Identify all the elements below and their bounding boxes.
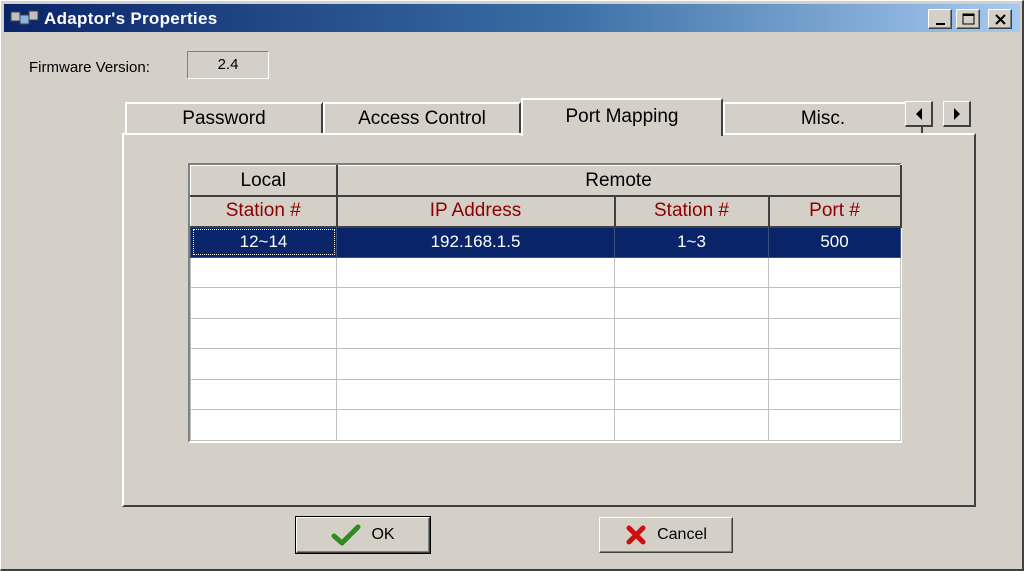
group-header-remote: Remote: [336, 165, 902, 197]
cell-local-station[interactable]: [190, 348, 337, 380]
cell-remote-station[interactable]: [614, 409, 769, 441]
cell-port[interactable]: 500: [768, 226, 901, 258]
minimize-button[interactable]: [928, 9, 952, 29]
ok-button[interactable]: OK: [295, 516, 431, 554]
arrow-left-icon: [916, 108, 922, 120]
column-header-port[interactable]: Port #: [768, 195, 902, 228]
close-button[interactable]: [988, 9, 1012, 29]
cancel-button[interactable]: Cancel: [599, 517, 733, 553]
tab-port-mapping[interactable]: Port Mapping: [521, 98, 723, 136]
cell-ip-address[interactable]: [336, 378, 615, 410]
cell-remote-station[interactable]: [614, 348, 769, 380]
firmware-version-label: Firmware Version:: [29, 59, 150, 76]
checkmark-icon: [331, 524, 361, 546]
close-icon: [995, 14, 1006, 25]
maximize-button[interactable]: [956, 9, 980, 29]
cell-port[interactable]: [768, 378, 901, 410]
column-header-remote-station[interactable]: Station #: [614, 195, 770, 228]
column-header-local-station[interactable]: Station #: [190, 195, 338, 228]
tab-scroll-left-button[interactable]: [905, 101, 933, 127]
cell-local-station[interactable]: [190, 409, 337, 441]
table-row[interactable]: [190, 287, 901, 319]
table-row[interactable]: [190, 256, 901, 288]
table-row[interactable]: [190, 409, 901, 441]
cell-ip-address[interactable]: 192.168.1.5: [336, 226, 615, 258]
minimize-icon: [936, 23, 945, 25]
ok-button-label: OK: [371, 526, 395, 543]
window-title: Adaptor's Properties: [44, 9, 218, 28]
cell-remote-station[interactable]: [614, 378, 769, 410]
table-row[interactable]: [190, 317, 901, 349]
tab-password[interactable]: Password: [125, 102, 323, 134]
firmware-version-value: 2.4: [187, 51, 269, 79]
adaptor-properties-window: Adaptor's Properties Firmware Version: 2…: [0, 0, 1024, 571]
table-row[interactable]: [190, 378, 901, 410]
tab-misc[interactable]: Misc.: [723, 102, 923, 134]
cell-remote-station[interactable]: 1~3: [614, 226, 769, 258]
cell-ip-address[interactable]: [336, 409, 615, 441]
column-header-ip-address[interactable]: IP Address: [336, 195, 616, 228]
cell-local-station[interactable]: [190, 287, 337, 319]
cell-port[interactable]: [768, 317, 901, 349]
cell-ip-address[interactable]: [336, 348, 615, 380]
title-bar[interactable]: Adaptor's Properties: [4, 4, 1020, 32]
cell-local-station[interactable]: [190, 378, 337, 410]
cell-ip-address[interactable]: [336, 287, 615, 319]
tab-access-control[interactable]: Access Control: [323, 102, 521, 134]
cell-ip-address[interactable]: [336, 317, 615, 349]
port-mapping-grid[interactable]: Local Remote Station # IP Address Statio…: [188, 163, 902, 443]
cell-port[interactable]: [768, 256, 901, 288]
cell-local-station[interactable]: [190, 256, 337, 288]
port-mapping-table: Local Remote Station # IP Address Statio…: [190, 165, 902, 441]
cell-local-station[interactable]: 12~14: [190, 226, 337, 258]
cell-port[interactable]: [768, 348, 901, 380]
cell-ip-address[interactable]: [336, 256, 615, 288]
cell-port[interactable]: [768, 409, 901, 441]
group-header-local: Local: [190, 165, 338, 197]
cell-remote-station[interactable]: [614, 317, 769, 349]
cell-remote-station[interactable]: [614, 256, 769, 288]
network-adaptor-icon: [10, 10, 39, 25]
cell-local-station[interactable]: [190, 317, 337, 349]
maximize-icon: [962, 13, 975, 25]
cancel-x-icon: [626, 525, 646, 545]
tab-scroll-right-button[interactable]: [943, 101, 971, 127]
cell-remote-station[interactable]: [614, 287, 769, 319]
table-row[interactable]: 12~14 192.168.1.5 1~3 500: [190, 226, 901, 258]
cell-port[interactable]: [768, 287, 901, 319]
arrow-right-icon: [954, 108, 960, 120]
table-row[interactable]: [190, 348, 901, 380]
cancel-button-label: Cancel: [657, 526, 707, 543]
